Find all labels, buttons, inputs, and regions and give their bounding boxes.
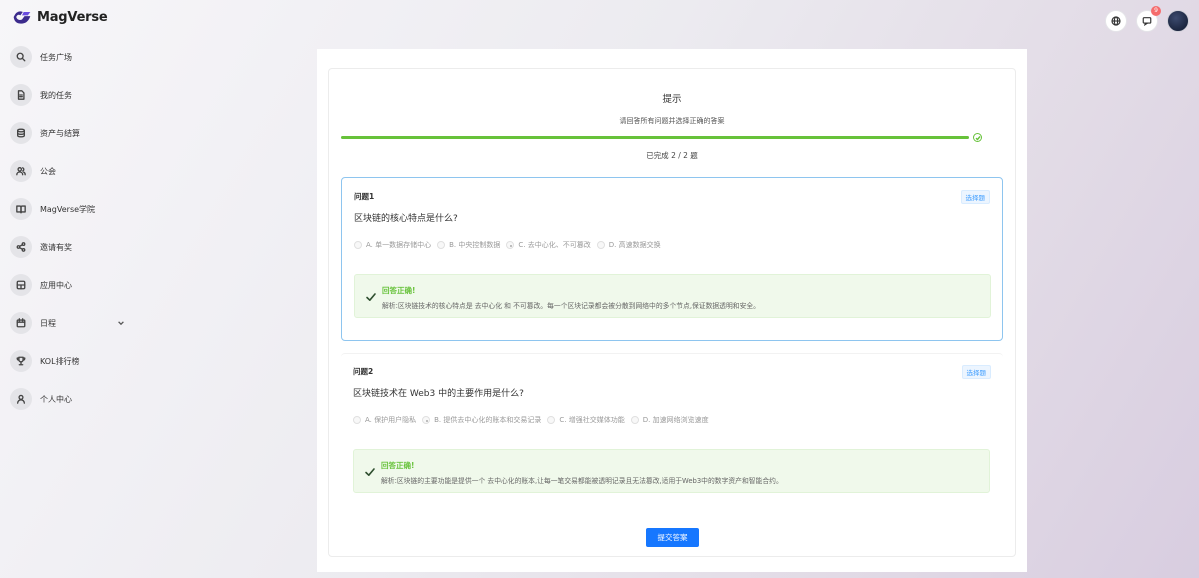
users-icon (10, 160, 32, 182)
answer-result: 回答正确! 解析:区块链技术的核心特点是 去中心化 和 不可篡改。每一个区块记录… (354, 274, 991, 318)
sidebar-item-my-tasks[interactable]: 我的任务 (10, 83, 126, 107)
result-explanation: 解析:区块链的主要功能是提供一个 去中心化的账本,让每一笔交易都能被透明记录且无… (381, 477, 783, 485)
sidebar-item-label: 资产与结算 (40, 128, 80, 138)
quiz-title: 提示 (662, 94, 682, 105)
option-radio[interactable]: B. 中央控制数据 (437, 240, 500, 250)
sidebar-item-profile[interactable]: 个人中心 (10, 387, 126, 411)
option-label: B. 中央控制数据 (449, 241, 501, 249)
sidebar-item-invite[interactable]: 邀请有奖 (10, 235, 126, 259)
sidebar-item-app-center[interactable]: 应用中心 (10, 273, 126, 297)
radio-button[interactable] (596, 241, 605, 249)
option-radio[interactable]: A. 保护用户隐私 (353, 415, 416, 425)
share-icon (10, 236, 32, 258)
check-icon (364, 463, 376, 476)
sidebar-item-kol-ranking[interactable]: KOL排行榜 (10, 349, 126, 373)
option-radio[interactable]: D. 加速网络浏览速度 (630, 415, 709, 425)
radio-button-selected[interactable] (422, 416, 431, 424)
radio-button[interactable] (437, 241, 446, 249)
result-title: 回答正确! (381, 461, 415, 470)
question-text: 区块链技术在 Web3 中的主要作用是什么? (353, 389, 524, 399)
question-type-tag: 选择题 (961, 365, 991, 379)
option-label: A. 保护用户隐私 (365, 416, 417, 424)
quiz-subtitle: 请回答所有问题并选择正确的答案 (619, 117, 725, 125)
message-icon (1142, 17, 1152, 26)
answer-result: 回答正确! 解析:区块链的主要功能是提供一个 去中心化的账本,让每一笔交易都能被… (353, 449, 990, 493)
radio-button[interactable] (353, 416, 361, 424)
question-card-2: 问题2 选择题 区块链技术在 Web3 中的主要作用是什么? A. 保护用户隐私… (341, 353, 1003, 503)
magverse-logo-icon (13, 11, 31, 24)
radio-button-selected[interactable] (506, 241, 515, 249)
header-actions: 9 (1105, 6, 1189, 32)
sidebar-item-label: KOL排行榜 (40, 356, 80, 366)
calendar-icon (10, 312, 32, 334)
check-icon (365, 288, 377, 301)
option-radio[interactable]: D. 高速数据交换 (596, 240, 661, 250)
sidebar-item-label: 应用中心 (40, 280, 72, 290)
option-radio[interactable]: C. 去中心化、不可篡改 (506, 240, 591, 250)
quiz-card: 提示 请回答所有问题并选择正确的答案 已完成 2 / 2 题 问题1 选择题 区… (328, 68, 1016, 557)
radio-button[interactable] (630, 416, 639, 424)
sidebar: 任务广场 我的任务 资产与结算 公会 MagVerse学院 邀请有奖 应用中心 … (10, 45, 126, 425)
radio-button[interactable] (354, 241, 362, 249)
chevron-down-icon[interactable] (116, 318, 126, 328)
question-type-tag: 选择题 (960, 190, 990, 204)
option-label: D. 高速数据交换 (608, 241, 661, 249)
sidebar-item-label: 任务广场 (40, 52, 72, 62)
brand-name: MagVerse (37, 9, 108, 25)
option-label: A. 单一数据存储中心 (366, 241, 432, 249)
main-panel: 提示 请回答所有问题并选择正确的答案 已完成 2 / 2 题 问题1 选择题 区… (317, 49, 1027, 572)
sidebar-item-label: 我的任务 (40, 90, 72, 100)
sidebar-item-label: MagVerse学院 (40, 204, 96, 214)
sidebar-item-guild[interactable]: 公会 (10, 159, 126, 183)
radio-button[interactable] (547, 416, 556, 424)
option-label: B. 提供去中心化的账本和交易记录 (434, 416, 542, 424)
database-icon (10, 122, 32, 144)
option-label: C. 增强社交媒体功能 (559, 416, 625, 424)
sidebar-item-schedule[interactable]: 日程 (10, 311, 126, 335)
check-circle-icon (973, 133, 982, 142)
progress-bar (341, 136, 969, 139)
avatar[interactable] (1167, 10, 1189, 32)
app-icon (10, 274, 32, 296)
option-label: C. 去中心化、不可篡改 (518, 241, 591, 249)
sidebar-item-task-square[interactable]: 任务广场 (10, 45, 126, 69)
options-group: A. 单一数据存储中心 B. 中央控制数据 C. 去中心化、不可篡改 D. 高速… (354, 240, 661, 250)
document-icon (10, 84, 32, 106)
sidebar-item-label: 日程 (40, 318, 56, 328)
option-radio[interactable]: A. 单一数据存储中心 (354, 240, 431, 250)
submit-answer-button[interactable]: 提交答案 (646, 528, 699, 547)
user-icon (10, 388, 32, 410)
sidebar-item-label: 邀请有奖 (40, 242, 72, 252)
sidebar-item-label: 公会 (40, 166, 56, 176)
brand[interactable]: MagVerse (12, 8, 108, 26)
sidebar-item-label: 个人中心 (40, 394, 72, 404)
trophy-icon (10, 350, 32, 372)
result-title: 回答正确! (382, 286, 416, 295)
question-text: 区块链的核心特点是什么? (354, 214, 458, 224)
progress-text: 已完成 2 / 2 题 (646, 151, 698, 160)
sidebar-item-academy[interactable]: MagVerse学院 (10, 197, 126, 221)
sidebar-item-assets[interactable]: 资产与结算 (10, 121, 126, 145)
options-group: A. 保护用户隐私 B. 提供去中心化的账本和交易记录 C. 增强社交媒体功能 … (353, 415, 709, 425)
search-icon (10, 46, 32, 68)
option-label: D. 加速网络浏览速度 (642, 416, 709, 424)
progress-fill (341, 136, 969, 139)
book-icon (10, 198, 32, 220)
option-radio[interactable]: C. 增强社交媒体功能 (547, 415, 625, 425)
result-explanation: 解析:区块链技术的核心特点是 去中心化 和 不可篡改。每一个区块记录都会被分散到… (382, 302, 760, 310)
notifications-button[interactable]: 9 (1136, 6, 1161, 32)
language-button[interactable] (1105, 10, 1127, 32)
globe-icon (1111, 16, 1121, 26)
question-label: 问题2 (353, 367, 374, 376)
question-label: 问题1 (354, 192, 375, 201)
option-radio[interactable]: B. 提供去中心化的账本和交易记录 (422, 415, 541, 425)
notification-badge: 9 (1151, 6, 1161, 16)
question-card-1: 问题1 选择题 区块链的核心特点是什么? A. 单一数据存储中心 B. 中央控制… (341, 177, 1003, 341)
